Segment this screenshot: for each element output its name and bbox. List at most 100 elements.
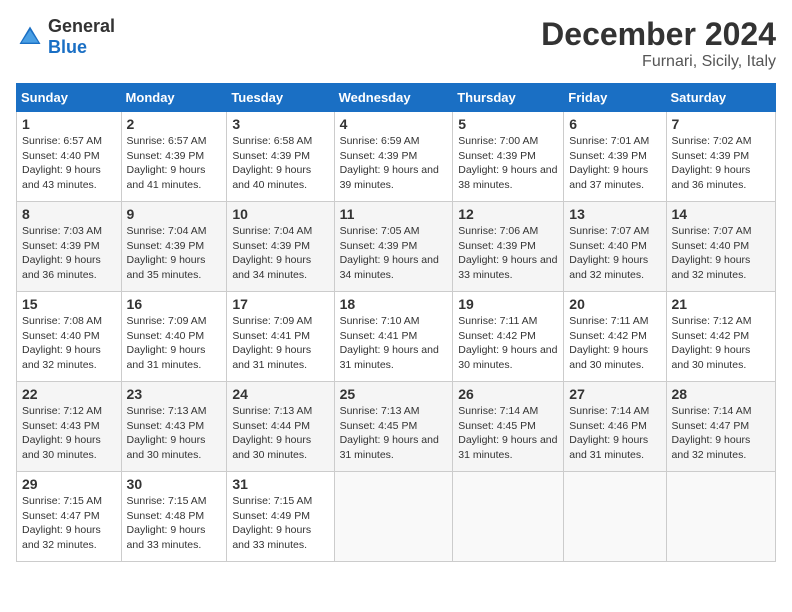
day-number: 19 <box>458 296 558 312</box>
day-info: Sunrise: 7:14 AMSunset: 4:47 PMDaylight:… <box>672 404 770 463</box>
column-header-friday: Friday <box>564 84 666 112</box>
calendar-cell: 11 Sunrise: 7:05 AMSunset: 4:39 PMDayligh… <box>334 202 453 292</box>
day-number: 9 <box>127 206 222 222</box>
day-info: Sunrise: 7:07 AMSunset: 4:40 PMDaylight:… <box>569 224 660 283</box>
day-info: Sunrise: 7:07 AMSunset: 4:40 PMDaylight:… <box>672 224 770 283</box>
calendar-cell: 18 Sunrise: 7:10 AMSunset: 4:41 PMDayligh… <box>334 292 453 382</box>
logo-icon <box>16 23 44 51</box>
calendar-cell: 14 Sunrise: 7:07 AMSunset: 4:40 PMDayligh… <box>666 202 775 292</box>
calendar-cell: 29 Sunrise: 7:15 AMSunset: 4:47 PMDayligh… <box>17 472 122 562</box>
calendar-cell <box>564 472 666 562</box>
calendar-cell: 3 Sunrise: 6:58 AMSunset: 4:39 PMDaylight… <box>227 112 334 202</box>
column-header-monday: Monday <box>121 84 227 112</box>
column-header-saturday: Saturday <box>666 84 775 112</box>
day-number: 8 <box>22 206 116 222</box>
logo-general-text: General <box>48 16 115 36</box>
day-info: Sunrise: 7:15 AMSunset: 4:47 PMDaylight:… <box>22 494 116 553</box>
calendar-cell: 17 Sunrise: 7:09 AMSunset: 4:41 PMDayligh… <box>227 292 334 382</box>
day-number: 17 <box>232 296 328 312</box>
day-info: Sunrise: 6:58 AMSunset: 4:39 PMDaylight:… <box>232 134 328 193</box>
day-number: 1 <box>22 116 116 132</box>
calendar-title-area: December 2024 Furnari, Sicily, Italy <box>541 16 776 71</box>
calendar-cell <box>334 472 453 562</box>
calendar-cell: 10 Sunrise: 7:04 AMSunset: 4:39 PMDayligh… <box>227 202 334 292</box>
calendar-cell: 21 Sunrise: 7:12 AMSunset: 4:42 PMDayligh… <box>666 292 775 382</box>
day-info: Sunrise: 7:00 AMSunset: 4:39 PMDaylight:… <box>458 134 558 193</box>
logo: General Blue <box>16 16 115 58</box>
page-header: General Blue December 2024 Furnari, Sici… <box>16 16 776 71</box>
day-info: Sunrise: 7:11 AMSunset: 4:42 PMDaylight:… <box>569 314 660 373</box>
calendar-cell: 25 Sunrise: 7:13 AMSunset: 4:45 PMDayligh… <box>334 382 453 472</box>
calendar-cell: 27 Sunrise: 7:14 AMSunset: 4:46 PMDayligh… <box>564 382 666 472</box>
calendar-row: 29 Sunrise: 7:15 AMSunset: 4:47 PMDayligh… <box>17 472 776 562</box>
calendar-header-row: SundayMondayTuesdayWednesdayThursdayFrid… <box>17 84 776 112</box>
day-info: Sunrise: 7:15 AMSunset: 4:49 PMDaylight:… <box>232 494 328 553</box>
calendar-row: 22Sunrise: 7:12 AMSunset: 4:43 PMDayligh… <box>17 382 776 472</box>
day-number: 26 <box>458 386 558 402</box>
calendar-cell: 13 Sunrise: 7:07 AMSunset: 4:40 PMDayligh… <box>564 202 666 292</box>
day-number: 24 <box>232 386 328 402</box>
day-number: 21 <box>672 296 770 312</box>
day-info: Sunrise: 6:57 AMSunset: 4:39 PMDaylight:… <box>127 134 222 193</box>
day-info: Sunrise: 7:05 AMSunset: 4:39 PMDaylight:… <box>340 224 448 283</box>
calendar-cell: 30Sunrise: 7:15 AMSunset: 4:48 PMDayligh… <box>121 472 227 562</box>
day-info: Sunrise: 7:13 AMSunset: 4:43 PMDaylight:… <box>127 404 222 463</box>
day-info: Sunrise: 7:13 AMSunset: 4:45 PMDaylight:… <box>340 404 448 463</box>
day-number: 20 <box>569 296 660 312</box>
day-number: 25 <box>340 386 448 402</box>
calendar-cell: 6Sunrise: 7:01 AMSunset: 4:39 PMDaylight… <box>564 112 666 202</box>
calendar-body: 1 Sunrise: 6:57 AMSunset: 4:40 PMDaylight… <box>17 112 776 562</box>
logo-blue-text: Blue <box>48 37 87 57</box>
day-info: Sunrise: 7:12 AMSunset: 4:42 PMDaylight:… <box>672 314 770 373</box>
calendar-cell: 8 Sunrise: 7:03 AMSunset: 4:39 PMDaylight… <box>17 202 122 292</box>
day-number: 13 <box>569 206 660 222</box>
day-number: 10 <box>232 206 328 222</box>
day-info: Sunrise: 7:09 AMSunset: 4:41 PMDaylight:… <box>232 314 328 373</box>
day-number: 4 <box>340 116 448 132</box>
day-info: Sunrise: 7:04 AMSunset: 4:39 PMDaylight:… <box>127 224 222 283</box>
column-header-wednesday: Wednesday <box>334 84 453 112</box>
calendar-header: SundayMondayTuesdayWednesdayThursdayFrid… <box>17 84 776 112</box>
day-number: 12 <box>458 206 558 222</box>
calendar-cell: 15Sunrise: 7:08 AMSunset: 4:40 PMDayligh… <box>17 292 122 382</box>
day-info: Sunrise: 7:02 AMSunset: 4:39 PMDaylight:… <box>672 134 770 193</box>
day-info: Sunrise: 7:14 AMSunset: 4:46 PMDaylight:… <box>569 404 660 463</box>
calendar-row: 15Sunrise: 7:08 AMSunset: 4:40 PMDayligh… <box>17 292 776 382</box>
calendar-cell: 12 Sunrise: 7:06 AMSunset: 4:39 PMDayligh… <box>453 202 564 292</box>
calendar-cell: 5Sunrise: 7:00 AMSunset: 4:39 PMDaylight… <box>453 112 564 202</box>
calendar-subtitle: Furnari, Sicily, Italy <box>541 53 776 71</box>
day-number: 30 <box>127 476 222 492</box>
day-number: 27 <box>569 386 660 402</box>
calendar-cell: 24 Sunrise: 7:13 AMSunset: 4:44 PMDayligh… <box>227 382 334 472</box>
calendar-cell: 22Sunrise: 7:12 AMSunset: 4:43 PMDayligh… <box>17 382 122 472</box>
day-number: 18 <box>340 296 448 312</box>
calendar-row: 8 Sunrise: 7:03 AMSunset: 4:39 PMDaylight… <box>17 202 776 292</box>
day-number: 2 <box>127 116 222 132</box>
day-number: 15 <box>22 296 116 312</box>
calendar-cell: 16Sunrise: 7:09 AMSunset: 4:40 PMDayligh… <box>121 292 227 382</box>
day-info: Sunrise: 7:13 AMSunset: 4:44 PMDaylight:… <box>232 404 328 463</box>
calendar-cell: 28 Sunrise: 7:14 AMSunset: 4:47 PMDayligh… <box>666 382 775 472</box>
calendar-cell: 9 Sunrise: 7:04 AMSunset: 4:39 PMDaylight… <box>121 202 227 292</box>
day-info: Sunrise: 6:57 AMSunset: 4:40 PMDaylight:… <box>22 134 116 193</box>
calendar-cell: 2 Sunrise: 6:57 AMSunset: 4:39 PMDaylight… <box>121 112 227 202</box>
day-number: 3 <box>232 116 328 132</box>
calendar-cell: 20 Sunrise: 7:11 AMSunset: 4:42 PMDayligh… <box>564 292 666 382</box>
day-info: Sunrise: 7:09 AMSunset: 4:40 PMDaylight:… <box>127 314 222 373</box>
day-number: 28 <box>672 386 770 402</box>
day-info: Sunrise: 7:04 AMSunset: 4:39 PMDaylight:… <box>232 224 328 283</box>
day-number: 11 <box>340 206 448 222</box>
day-info: Sunrise: 7:11 AMSunset: 4:42 PMDaylight:… <box>458 314 558 373</box>
calendar-cell: 1 Sunrise: 6:57 AMSunset: 4:40 PMDaylight… <box>17 112 122 202</box>
day-info: Sunrise: 7:06 AMSunset: 4:39 PMDaylight:… <box>458 224 558 283</box>
day-number: 7 <box>672 116 770 132</box>
day-number: 29 <box>22 476 116 492</box>
day-info: Sunrise: 7:03 AMSunset: 4:39 PMDaylight:… <box>22 224 116 283</box>
calendar-table: SundayMondayTuesdayWednesdayThursdayFrid… <box>16 83 776 562</box>
day-info: Sunrise: 7:14 AMSunset: 4:45 PMDaylight:… <box>458 404 558 463</box>
day-info: Sunrise: 7:10 AMSunset: 4:41 PMDaylight:… <box>340 314 448 373</box>
calendar-cell: 23 Sunrise: 7:13 AMSunset: 4:43 PMDayligh… <box>121 382 227 472</box>
day-number: 23 <box>127 386 222 402</box>
day-number: 14 <box>672 206 770 222</box>
day-info: Sunrise: 7:01 AMSunset: 4:39 PMDaylight:… <box>569 134 660 193</box>
